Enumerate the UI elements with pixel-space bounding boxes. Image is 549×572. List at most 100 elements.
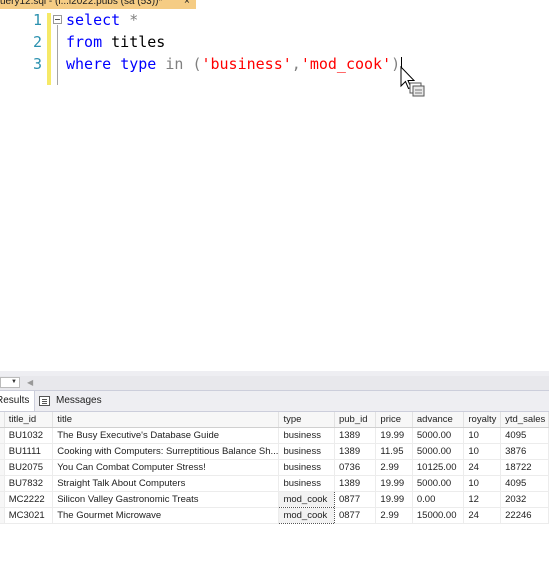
table-cell[interactable]: 5000.00 [412,427,465,444]
table-cell[interactable]: 24 [463,459,502,476]
table-cell[interactable]: 5000.00 [412,443,465,460]
code-token: select [66,11,121,29]
table-row[interactable]: BU1032 The Busy Executive's Database Guid… [0,427,549,444]
table-cell[interactable]: 10 [463,427,502,444]
table-cell[interactable]: The Busy Executive's Database Guide [52,427,280,444]
table-cell[interactable]: 2.99 [375,459,413,476]
line-number: 3 [32,55,42,73]
table-cell[interactable]: 4095 [500,427,549,444]
table-row[interactable]: BU2075 You Can Combat Computer Stress! bus… [0,459,549,476]
table-cell[interactable]: 10 [463,443,502,460]
code-token: from [66,33,103,51]
table-cell[interactable]: 0736 [334,459,377,476]
chevron-down-icon: ▼ [11,379,17,385]
table-cell[interactable]: 24 [463,507,502,524]
close-icon[interactable]: × [184,0,190,8]
table-cell[interactable]: 2032 [500,491,549,508]
table-cell[interactable]: BU1111 [4,443,54,460]
mouse-pointer-icon [400,66,425,97]
results-table: title_id title type pub_id price advance royal… [0,412,549,524]
table-cell[interactable]: The Gourmet Microwave [52,507,280,524]
table-cell[interactable]: BU7832 [4,475,54,492]
column-header-ytd-sales[interactable]: ytd_sales [500,412,549,428]
table-cell[interactable]: 1389 [334,427,377,444]
table-cell[interactable]: mod_cook [278,507,335,524]
messages-icon [39,396,50,406]
tab-results[interactable]: Results [0,391,35,411]
column-header-pub-id[interactable]: pub_id [334,412,377,428]
table-cell[interactable]: 10125.00 [412,459,465,476]
zoom-dropdown[interactable]: ▼ [0,377,20,388]
column-header-type[interactable]: type [278,412,335,428]
change-indicator-bar [47,13,51,85]
column-header-royalty[interactable]: royalty [463,412,502,428]
table-cell[interactable]: business [278,427,335,444]
table-cell[interactable]: MC3021 [4,507,54,524]
table-row[interactable]: MC2222 Silicon Valley Gastronomic Treats m… [0,491,549,508]
outline-guide-line [57,25,58,85]
tab-messages-label: Messages [56,395,102,406]
table-cell[interactable]: Silicon Valley Gastronomic Treats [52,491,280,508]
document-tab[interactable]: uery12.sql - (l...l2022.pubs (sa (53))* … [0,0,196,9]
table-row[interactable]: BU1111 Cooking with Computers: Surreptiti… [0,443,549,460]
table-cell[interactable]: MC2222 [4,491,54,508]
table-cell[interactable]: 0.00 [412,491,465,508]
table-cell[interactable]: business [278,459,335,476]
code-token: * [129,11,139,29]
scroll-left-arrow-icon[interactable]: ◀ [27,376,33,389]
query-editor[interactable]: 1 2 3 select * from titles where type in… [0,9,549,371]
document-tab-label: uery12.sql - (l...l2022.pubs (sa (53))* [0,0,163,7]
code-line[interactable]: where type in ('business','mod_cook') [66,53,400,75]
table-cell[interactable]: 12 [463,491,502,508]
table-cell[interactable]: 15000.00 [412,507,465,524]
code-token: in [165,55,184,73]
code-token: where [66,55,112,73]
table-cell[interactable]: 3876 [500,443,549,460]
table-cell[interactable]: mod_cook [278,491,335,508]
table-row[interactable]: BU7832 Straight Talk About Computers busin… [0,475,549,492]
horizontal-scrollbar[interactable]: ▼ ◀ [0,376,549,391]
table-cell[interactable]: 19.99 [375,475,413,492]
results-grid[interactable]: title_id title type pub_id price advance royal… [0,412,549,572]
column-header-price[interactable]: price [375,412,413,428]
table-cell[interactable]: 10 [463,475,502,492]
column-header-advance[interactable]: advance [412,412,465,428]
tab-messages[interactable]: Messages [38,391,104,411]
line-number: 2 [32,33,42,51]
column-header-title[interactable]: title [52,412,280,428]
table-cell[interactable]: 0877 [334,507,377,524]
table-row[interactable]: MC3021 The Gourmet Microwave mod_cook 0877 2… [0,507,549,524]
table-cell[interactable]: Cooking with Computers: Surreptitious Ba… [52,443,280,460]
table-cell[interactable]: Straight Talk About Computers [52,475,280,492]
result-tab-strip: Results Messages [0,391,549,412]
table-cell[interactable]: 18722 [500,459,549,476]
table-cell[interactable]: 11.95 [375,443,413,460]
column-header-title-id[interactable]: title_id [4,412,54,428]
code-token: , [291,55,301,73]
table-cell[interactable]: 2.99 [375,507,413,524]
table-cell[interactable]: business [278,475,335,492]
code-token: 'mod_cook' [300,55,392,73]
table-cell[interactable]: 1389 [334,475,377,492]
table-cell[interactable]: BU2075 [4,459,54,476]
collapse-outline-icon[interactable] [53,15,62,24]
table-cell[interactable]: You Can Combat Computer Stress! [52,459,280,476]
tab-results-label: Results [0,395,30,406]
table-cell[interactable]: 5000.00 [412,475,465,492]
table-cell[interactable]: 22246 [500,507,549,524]
code-token: 'business' [201,55,292,73]
line-number: 1 [32,11,42,29]
table-cell[interactable]: 4095 [500,475,549,492]
table-cell[interactable]: 1389 [334,443,377,460]
code-token: type [120,55,157,73]
table-cell[interactable]: BU1032 [4,427,54,444]
code-token: titles [102,33,166,51]
table-cell[interactable]: 19.99 [375,491,413,508]
table-cell[interactable]: 19.99 [375,427,413,444]
table-cell[interactable]: business [278,443,335,460]
table-cell[interactable]: 0877 [334,491,377,508]
code-line[interactable]: select * [66,9,138,31]
code-line[interactable]: from titles [66,31,165,53]
